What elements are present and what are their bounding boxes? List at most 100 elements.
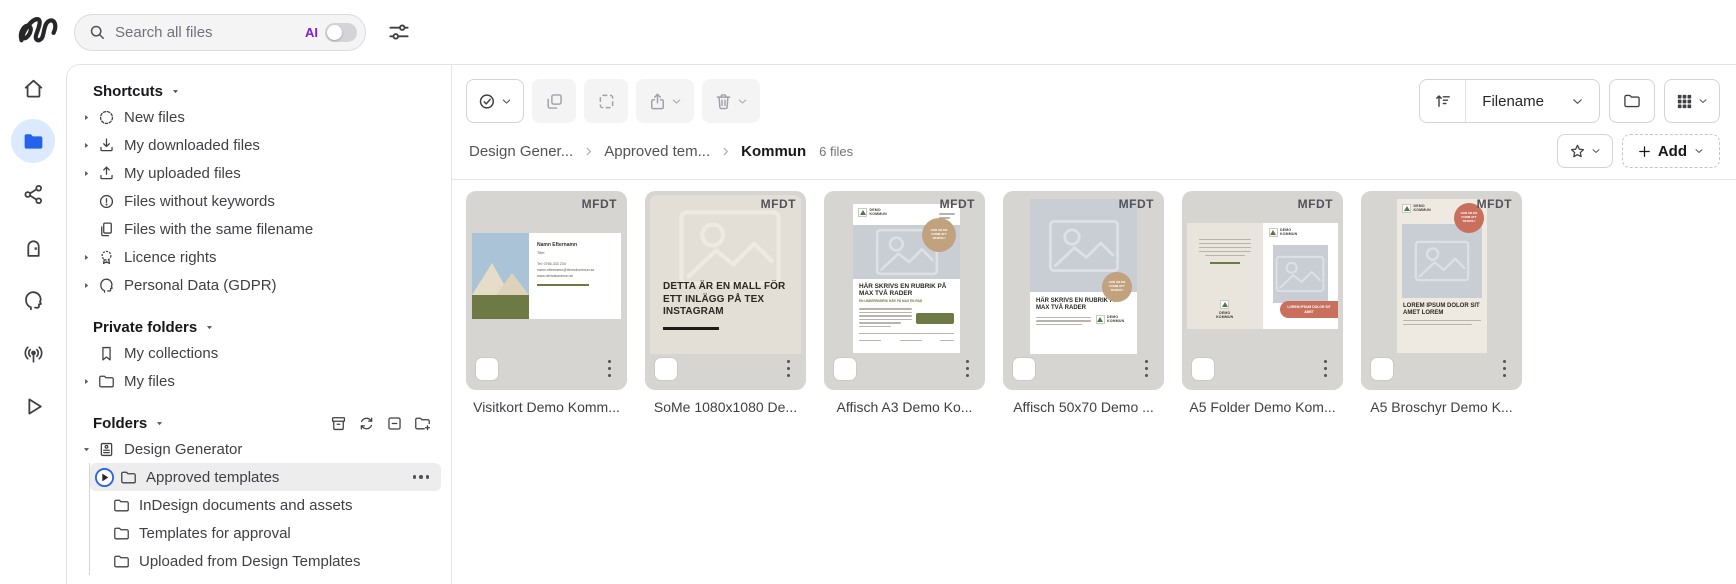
chevron-down-icon[interactable]	[1570, 94, 1599, 109]
sidebar-item-label: New files	[124, 109, 185, 126]
mediaflow-logo-icon[interactable]	[16, 13, 60, 51]
sidebar-item-my-collections[interactable]: My collections	[67, 339, 446, 367]
file-checkbox[interactable]	[655, 358, 677, 380]
file-card[interactable]: MFDT	[466, 191, 627, 390]
file-menu-kebab[interactable]	[964, 358, 972, 380]
ai-search-label: AI	[305, 25, 318, 40]
new-folder-icon[interactable]	[413, 414, 432, 433]
grid-icon	[1675, 92, 1694, 111]
file-card[interactable]: MFDT DEMO KOMMUN HÄR ÄR EN FORM ATT SKRI…	[824, 191, 985, 390]
delete-button[interactable]	[702, 79, 760, 123]
tree-item-approved-templates[interactable]: Approved templates	[90, 463, 441, 491]
folder-icon	[110, 552, 132, 571]
trash-icon	[713, 91, 734, 112]
caret-down-icon[interactable]	[79, 444, 93, 455]
caret-right-icon[interactable]	[79, 112, 93, 123]
thumb-heading: HÄR SKRIVS EN RUBRIK PÅ MAX TVÅ RADER	[859, 283, 954, 298]
favorites-filter-button[interactable]	[1557, 134, 1613, 168]
copy-button[interactable]	[532, 79, 576, 123]
folders-header[interactable]: Folders	[67, 411, 446, 435]
file-name[interactable]: Affisch A3 Demo Ko...	[824, 399, 985, 415]
rail-home-button[interactable]	[11, 66, 55, 110]
toolbar-row: Filename	[452, 65, 1736, 123]
file-name[interactable]: Visitkort Demo Komm...	[466, 399, 627, 415]
sort-direction-button[interactable]	[1420, 80, 1466, 122]
file-name[interactable]: SoMe 1080x1080 De...	[645, 399, 806, 415]
grid-view-button[interactable]	[1664, 79, 1720, 123]
sidebar-item-my-files[interactable]: My files	[67, 367, 446, 395]
file-menu-kebab[interactable]	[1501, 358, 1509, 380]
tree-root-design-generator[interactable]: Design Generator	[67, 435, 446, 463]
file-menu-kebab[interactable]	[606, 358, 614, 380]
rail-share-button[interactable]	[11, 172, 55, 216]
sidebar: Shortcuts New files My downloaded files	[67, 65, 452, 584]
show-folders-button[interactable]	[1609, 79, 1655, 123]
file-name[interactable]: A5 Broschyr Demo K...	[1361, 399, 1522, 415]
private-folders-header[interactable]: Private folders	[67, 315, 446, 339]
file-checkbox[interactable]	[1013, 358, 1035, 380]
sidebar-item-files-without-keywords[interactable]: Files without keywords	[67, 187, 446, 215]
breadcrumb-segment[interactable]: Design Gener...	[469, 143, 573, 160]
folder-actions	[329, 414, 432, 433]
caret-right-icon[interactable]	[79, 376, 93, 387]
approval-play-icon[interactable]	[94, 467, 115, 488]
rail-files-button[interactable]	[11, 119, 55, 163]
file-checkbox[interactable]	[834, 358, 856, 380]
file-card[interactable]: MFDT DEMO KOMMUN DEMO KOMMUN	[1182, 191, 1343, 390]
search-input[interactable]	[115, 24, 301, 41]
share-export-button[interactable]	[636, 79, 694, 123]
ai-search-toggle[interactable]	[325, 23, 357, 42]
sidebar-item-files-same-filename[interactable]: Files with the same filename	[67, 215, 446, 243]
file-card[interactable]: MFDT DEMO KOMMUN HÄR ÄR EN FORM ATT SKRI…	[1361, 191, 1522, 390]
caret-right-icon[interactable]	[79, 280, 93, 291]
demo-kommun-logo: DEMO KOMMUN	[1402, 204, 1438, 213]
file-checkbox[interactable]	[1192, 358, 1214, 380]
caret-right-icon[interactable]	[79, 252, 93, 263]
rail-people-button[interactable]	[11, 278, 55, 322]
sidebar-item-licence-rights[interactable]: Licence rights	[67, 243, 446, 271]
deselect-button[interactable]	[584, 79, 628, 123]
file-card[interactable]: MFDT DETTA ÄR EN MALL FÖR ETT INLÄGG PÅ …	[645, 191, 806, 390]
file-menu-kebab[interactable]	[1143, 358, 1151, 380]
file-checkbox[interactable]	[1371, 358, 1393, 380]
file-name[interactable]: A5 Folder Demo Kom...	[1182, 399, 1343, 415]
folder-more-menu[interactable]	[413, 475, 430, 479]
file-name[interactable]: Affisch 50x70 Demo ...	[1003, 399, 1164, 415]
sidebar-item-my-uploaded-files[interactable]: My uploaded files	[67, 159, 446, 187]
breadcrumb-segment[interactable]: Approved tem...	[604, 143, 710, 160]
add-button[interactable]: Add	[1622, 134, 1720, 168]
design-generator-icon	[95, 440, 117, 459]
sidebar-item-new-files[interactable]: New files	[67, 103, 446, 131]
chevron-down-icon	[1697, 95, 1709, 107]
rail-broadcast-button[interactable]	[11, 331, 55, 375]
sidebar-item-label: My downloaded files	[124, 137, 260, 154]
rail-portal-button[interactable]	[11, 225, 55, 269]
tree-item-indesign-documents[interactable]: InDesign documents and assets	[90, 491, 446, 519]
sidebar-item-personal-data-gdpr[interactable]: Personal Data (GDPR)	[67, 271, 446, 299]
collapse-all-icon[interactable]	[385, 414, 404, 433]
sidebar-item-my-downloaded-files[interactable]: My downloaded files	[67, 131, 446, 159]
chevron-down-icon	[1693, 145, 1705, 157]
select-all-button[interactable]	[466, 79, 524, 123]
file-menu-kebab[interactable]	[1322, 358, 1330, 380]
tree-item-templates-for-approval[interactable]: Templates for approval	[90, 519, 446, 547]
tree-item-uploaded-from-design-templates[interactable]: Uploaded from Design Templates	[90, 547, 446, 575]
caret-right-icon[interactable]	[79, 140, 93, 151]
sort-field-select[interactable]: Filename	[1466, 93, 1570, 110]
topbar: AI	[0, 0, 1736, 64]
caret-right-icon[interactable]	[79, 168, 93, 179]
file-menu-kebab[interactable]	[785, 358, 793, 380]
broadcast-icon	[21, 341, 46, 366]
archive-box-icon[interactable]	[329, 414, 348, 433]
shortcuts-header[interactable]: Shortcuts	[67, 79, 446, 103]
search-bar[interactable]: AI	[74, 14, 366, 51]
rail-media-button[interactable]	[11, 384, 55, 428]
thumb-cta-button	[916, 313, 954, 324]
private-folders-title: Private folders	[93, 319, 197, 336]
sync-icon[interactable]	[357, 414, 376, 433]
search-settings-sliders-icon[interactable]	[386, 19, 412, 45]
download-icon	[95, 136, 117, 155]
file-card[interactable]: MFDT HÄR ÄR EN FORM ATT SKRIVA I HÄR SKR…	[1003, 191, 1164, 390]
file-browser: Filename Design Gener.	[452, 65, 1736, 584]
file-checkbox[interactable]	[476, 358, 498, 380]
